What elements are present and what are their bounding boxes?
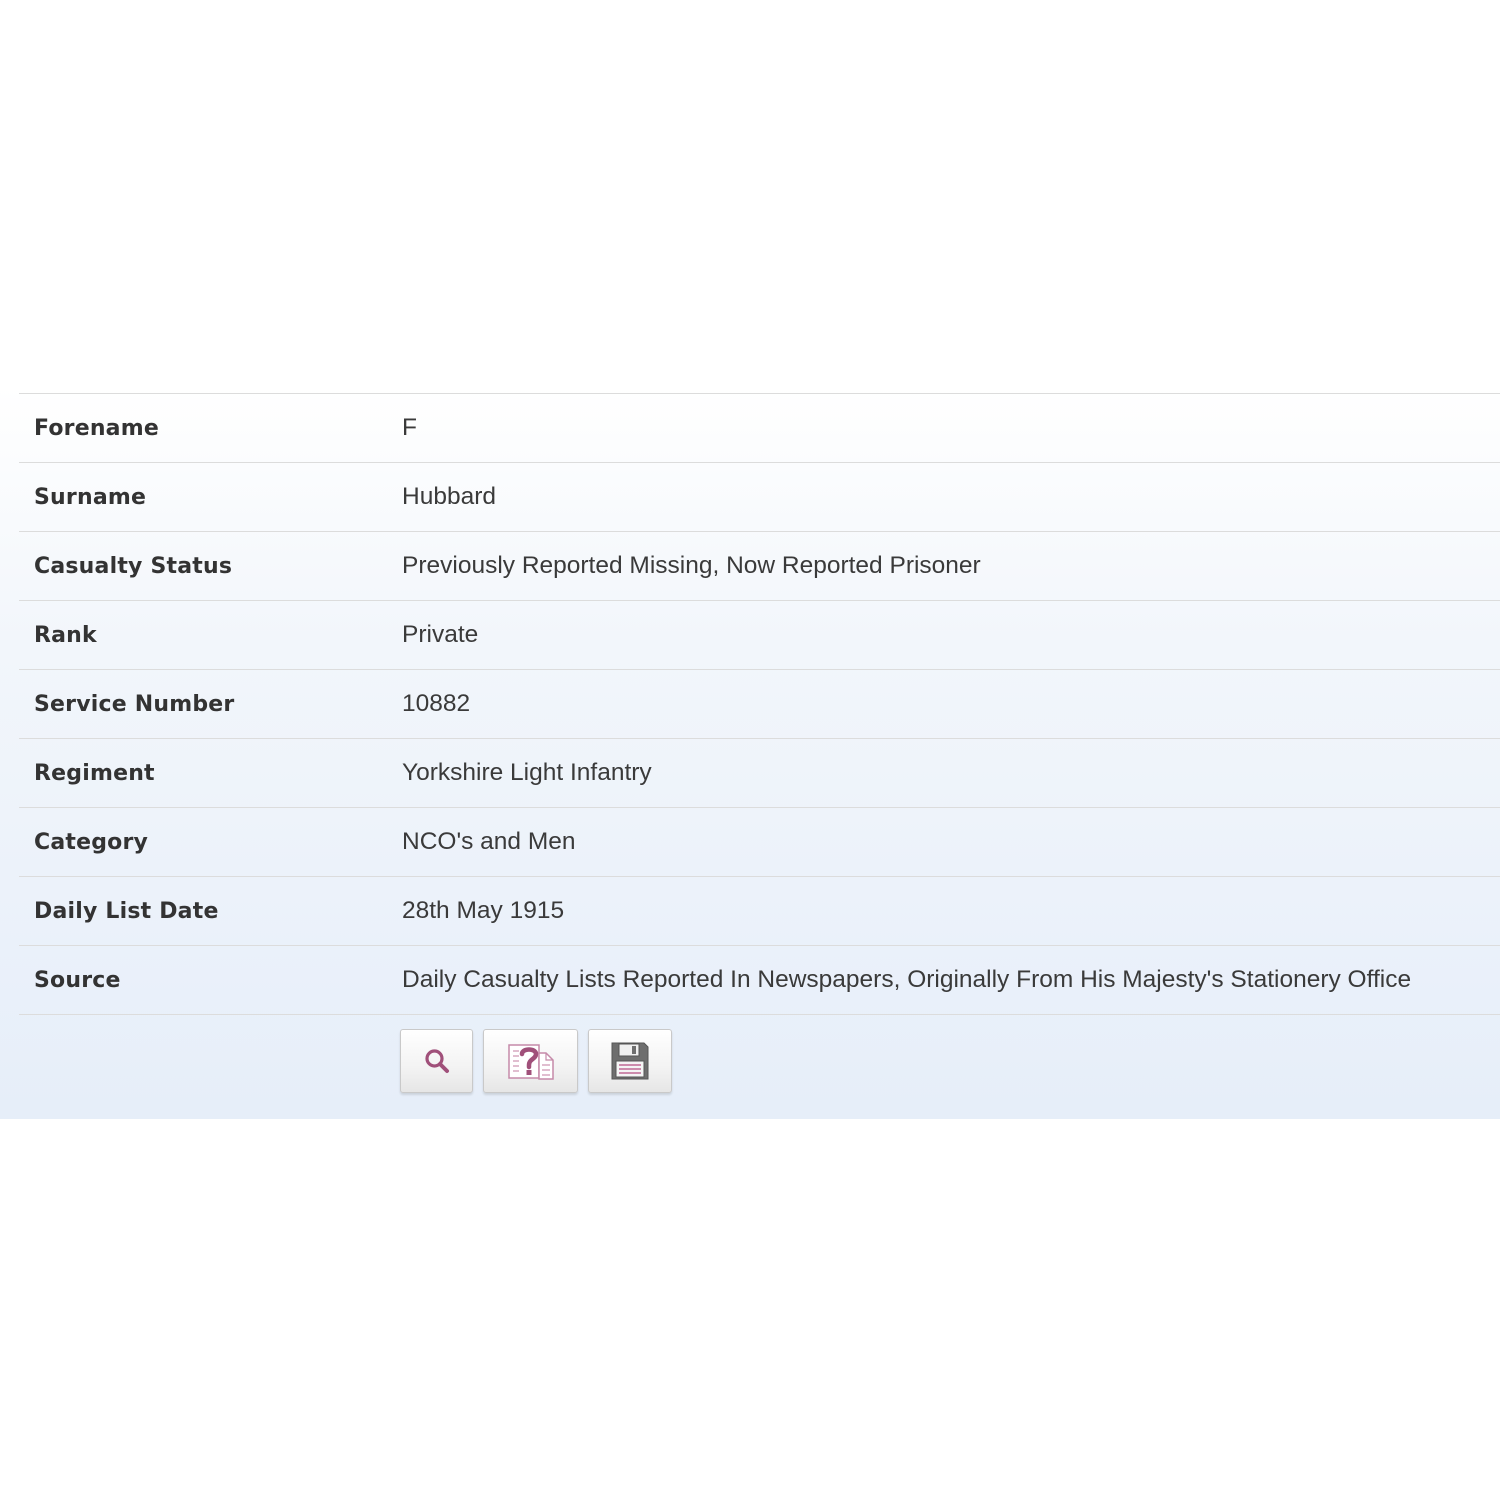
row-value: F	[402, 414, 417, 441]
row-label: Casualty Status	[34, 553, 233, 579]
search-icon	[423, 1047, 451, 1075]
row-value: Hubbard	[402, 483, 496, 510]
row-label: Surname	[34, 484, 147, 510]
row-label: Source	[34, 967, 121, 993]
record-row-source: Source Daily Casualty Lists Reported In …	[19, 945, 1500, 1015]
row-value: Yorkshire Light Infantry	[402, 759, 652, 786]
row-label: Forename	[34, 415, 159, 441]
record-row-rank: Rank Private	[19, 600, 1500, 670]
query-button[interactable]	[483, 1029, 578, 1093]
row-label: Service Number	[34, 691, 235, 717]
record-table: Forename F Surname Hubbard Casualty Stat…	[19, 393, 1500, 1015]
record-row-category: Category NCO's and Men	[19, 807, 1500, 877]
row-value: Previously Reported Missing, Now Reporte…	[402, 552, 981, 579]
record-row-casualty-status: Casualty Status Previously Reported Miss…	[19, 531, 1500, 601]
save-icon	[610, 1041, 650, 1081]
row-label: Regiment	[34, 760, 155, 786]
record-row-daily-list-date: Daily List Date 28th May 1915	[19, 876, 1500, 946]
row-label: Rank	[34, 622, 97, 648]
record-row-service-number: Service Number 10882	[19, 669, 1500, 739]
row-value: Private	[402, 621, 479, 648]
search-button[interactable]	[400, 1029, 473, 1093]
query-document-icon	[506, 1041, 556, 1081]
record-panel: Forename F Surname Hubbard Casualty Stat…	[0, 386, 1500, 1119]
action-buttons	[400, 1029, 672, 1093]
row-value: 28th May 1915	[402, 897, 565, 924]
row-label: Daily List Date	[34, 898, 219, 924]
row-value: NCO's and Men	[402, 828, 576, 855]
row-value: Daily Casualty Lists Reported In Newspap…	[402, 966, 1412, 993]
record-row-forename: Forename F	[19, 393, 1500, 463]
row-value: 10882	[402, 690, 471, 717]
row-label: Category	[34, 829, 149, 855]
save-button[interactable]	[588, 1029, 672, 1093]
record-row-regiment: Regiment Yorkshire Light Infantry	[19, 738, 1500, 808]
record-row-surname: Surname Hubbard	[19, 462, 1500, 532]
